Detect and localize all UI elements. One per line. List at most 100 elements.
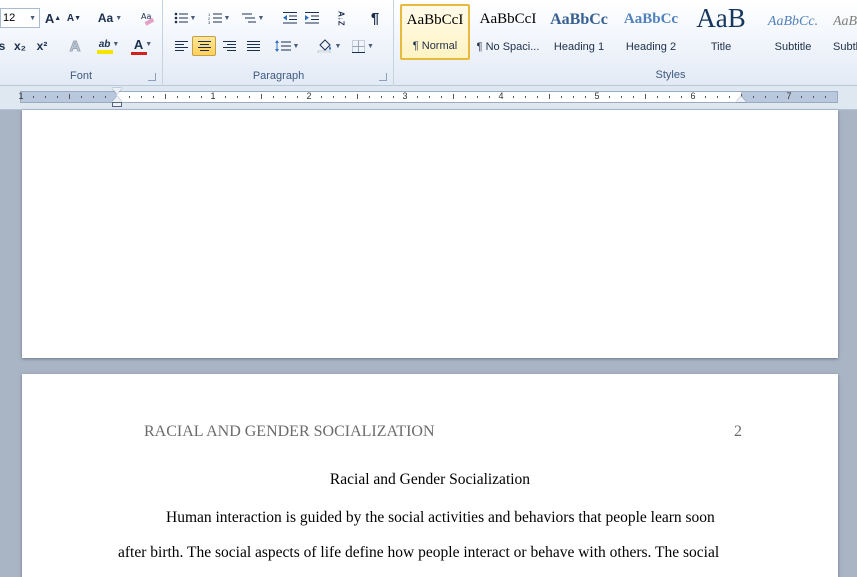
styles-gallery: AaBbCcI ¶ Normal AaBbCcI ¶ No Spaci... A… [398, 2, 857, 62]
style-subtitle[interactable]: AaBbCc. Subtitle [758, 4, 828, 60]
ruler-tick [657, 96, 658, 98]
ruler-tick [537, 96, 538, 98]
grow-font-button[interactable]: A ▲ [44, 8, 62, 28]
sort-button[interactable]: A↓Z [330, 8, 352, 28]
ruler-tick [297, 96, 298, 98]
ruler-tick [645, 94, 646, 99]
ruler-tick [129, 96, 130, 98]
style-name: Subtle... [833, 41, 857, 53]
font-color-button[interactable]: A ▼ [128, 36, 158, 56]
align-left-icon [174, 41, 188, 51]
document-title[interactable]: Racial and Gender Socialization [22, 471, 838, 489]
ruler-tick [249, 96, 250, 98]
ruler-tick [777, 96, 778, 98]
ruler-tick [513, 96, 514, 98]
style-heading-2[interactable]: AaBbCc Heading 2 [616, 4, 686, 60]
bullets-button[interactable]: ▼ [170, 8, 200, 28]
bullets-icon [174, 12, 188, 24]
ruler-tick [345, 96, 346, 98]
ruler-tick [549, 94, 550, 99]
paragraph-group-label: Paragraph [252, 70, 305, 82]
ruler-tick [189, 96, 190, 98]
ruler-number: 2 [306, 91, 312, 101]
left-indent-marker[interactable] [112, 102, 122, 107]
clear-formatting-button[interactable]: Aa [138, 8, 158, 28]
ruler-tick [381, 96, 382, 98]
ruler-tick [753, 96, 754, 98]
style-subtle-emphasis[interactable]: AaBbCcL Subtle... [832, 4, 857, 60]
horizontal-ruler[interactable]: 1 1 2 3 4 5 6 7 [0, 86, 857, 110]
ruler-tick [81, 96, 82, 98]
ruler-number: 3 [402, 91, 408, 101]
ruler-tick [153, 96, 154, 98]
chevron-down-icon: ▼ [292, 42, 300, 50]
borders-button[interactable]: ▼ [348, 36, 378, 56]
style-normal[interactable]: AaBbCcI ¶ Normal [400, 4, 470, 60]
subscript-button[interactable]: x₂ [10, 36, 30, 56]
ruler-tick [45, 96, 46, 98]
text-effects-button[interactable]: A [64, 36, 86, 56]
shrink-font-icon: A [66, 12, 75, 24]
ruler-bar[interactable]: 1 1 2 3 4 5 6 7 [18, 91, 838, 103]
numbering-button[interactable]: 1 2 3 ▼ [204, 8, 234, 28]
style-sample: AaBbCc [623, 11, 679, 27]
justify-icon [246, 41, 260, 51]
change-case-button[interactable]: Aa ▼ [96, 8, 124, 28]
dialog-launcher-icon[interactable] [148, 73, 156, 81]
ruler-tick [441, 96, 442, 98]
show-formatting-button[interactable]: ¶ [364, 8, 386, 28]
shading-button[interactable]: ▼ [314, 36, 344, 56]
font-group-label: Font [69, 70, 92, 82]
ruler-tick [165, 94, 166, 99]
ruler-tick [825, 96, 826, 98]
chevron-down-icon: ▼ [257, 14, 265, 22]
style-no-spacing[interactable]: AaBbCcI ¶ No Spaci... [472, 4, 544, 60]
dialog-launcher-icon[interactable] [379, 73, 387, 81]
ruler-tick [621, 96, 622, 98]
ruler-number: 6 [690, 91, 696, 101]
page-number: 2 [734, 423, 742, 440]
body-text-line[interactable]: Human interaction is guided by the socia… [118, 509, 738, 527]
ruler-tick [765, 96, 766, 98]
superscript-button[interactable]: x² [32, 36, 52, 56]
chevron-down-icon: ▼ [223, 14, 231, 22]
document-page-1[interactable] [22, 110, 838, 358]
highlight-button[interactable]: ab ▼ [94, 36, 124, 56]
style-name: ¶ Normal [412, 40, 458, 52]
font-size-box[interactable]: 12 ▼ [0, 8, 40, 28]
first-line-indent-marker[interactable] [112, 88, 122, 94]
strikethrough-partial[interactable]: s [0, 36, 8, 56]
sort-icon: A↓Z [336, 10, 346, 26]
ruler-tick [57, 96, 58, 98]
chevron-down-icon: ▼ [29, 14, 36, 22]
style-sample: AaBbCcI [479, 11, 537, 27]
font-size-value: 12 [3, 12, 16, 24]
style-sample: AaBbCcI [406, 12, 464, 28]
line-spacing-button[interactable]: ▼ [272, 36, 302, 56]
align-right-button[interactable] [218, 36, 240, 56]
shrink-font-button[interactable]: A ▼ [66, 8, 82, 28]
ruler-tick [369, 96, 370, 98]
style-heading-1[interactable]: AaBbCc Heading 1 [546, 4, 612, 60]
line-spacing-icon [274, 40, 291, 52]
ruler-tick [489, 96, 490, 98]
ruler-tick [729, 96, 730, 98]
ruler-tick [105, 96, 106, 98]
justify-button[interactable] [242, 36, 264, 56]
body-text-line[interactable]: after birth. The social aspects of life … [118, 544, 738, 562]
clear-formatting-icon: Aa [141, 12, 155, 26]
style-sample: AaB [696, 3, 746, 33]
ruler-tick [225, 96, 226, 98]
increase-indent-button[interactable] [302, 8, 322, 28]
right-indent-marker[interactable] [736, 96, 746, 102]
style-title[interactable]: AaB Title [688, 3, 754, 60]
superscript-icon: x² [36, 39, 48, 53]
decrease-indent-button[interactable] [280, 8, 300, 28]
align-left-button[interactable] [170, 36, 192, 56]
ruler-tick [237, 96, 238, 98]
text-effects-icon: A [69, 37, 81, 55]
multilevel-list-icon [241, 13, 256, 23]
align-center-button[interactable] [192, 36, 216, 56]
document-page-2[interactable]: RACIAL AND GENDER SOCIALIZATION 2 Racial… [22, 374, 838, 577]
multilevel-list-button[interactable]: ▼ [238, 8, 268, 28]
